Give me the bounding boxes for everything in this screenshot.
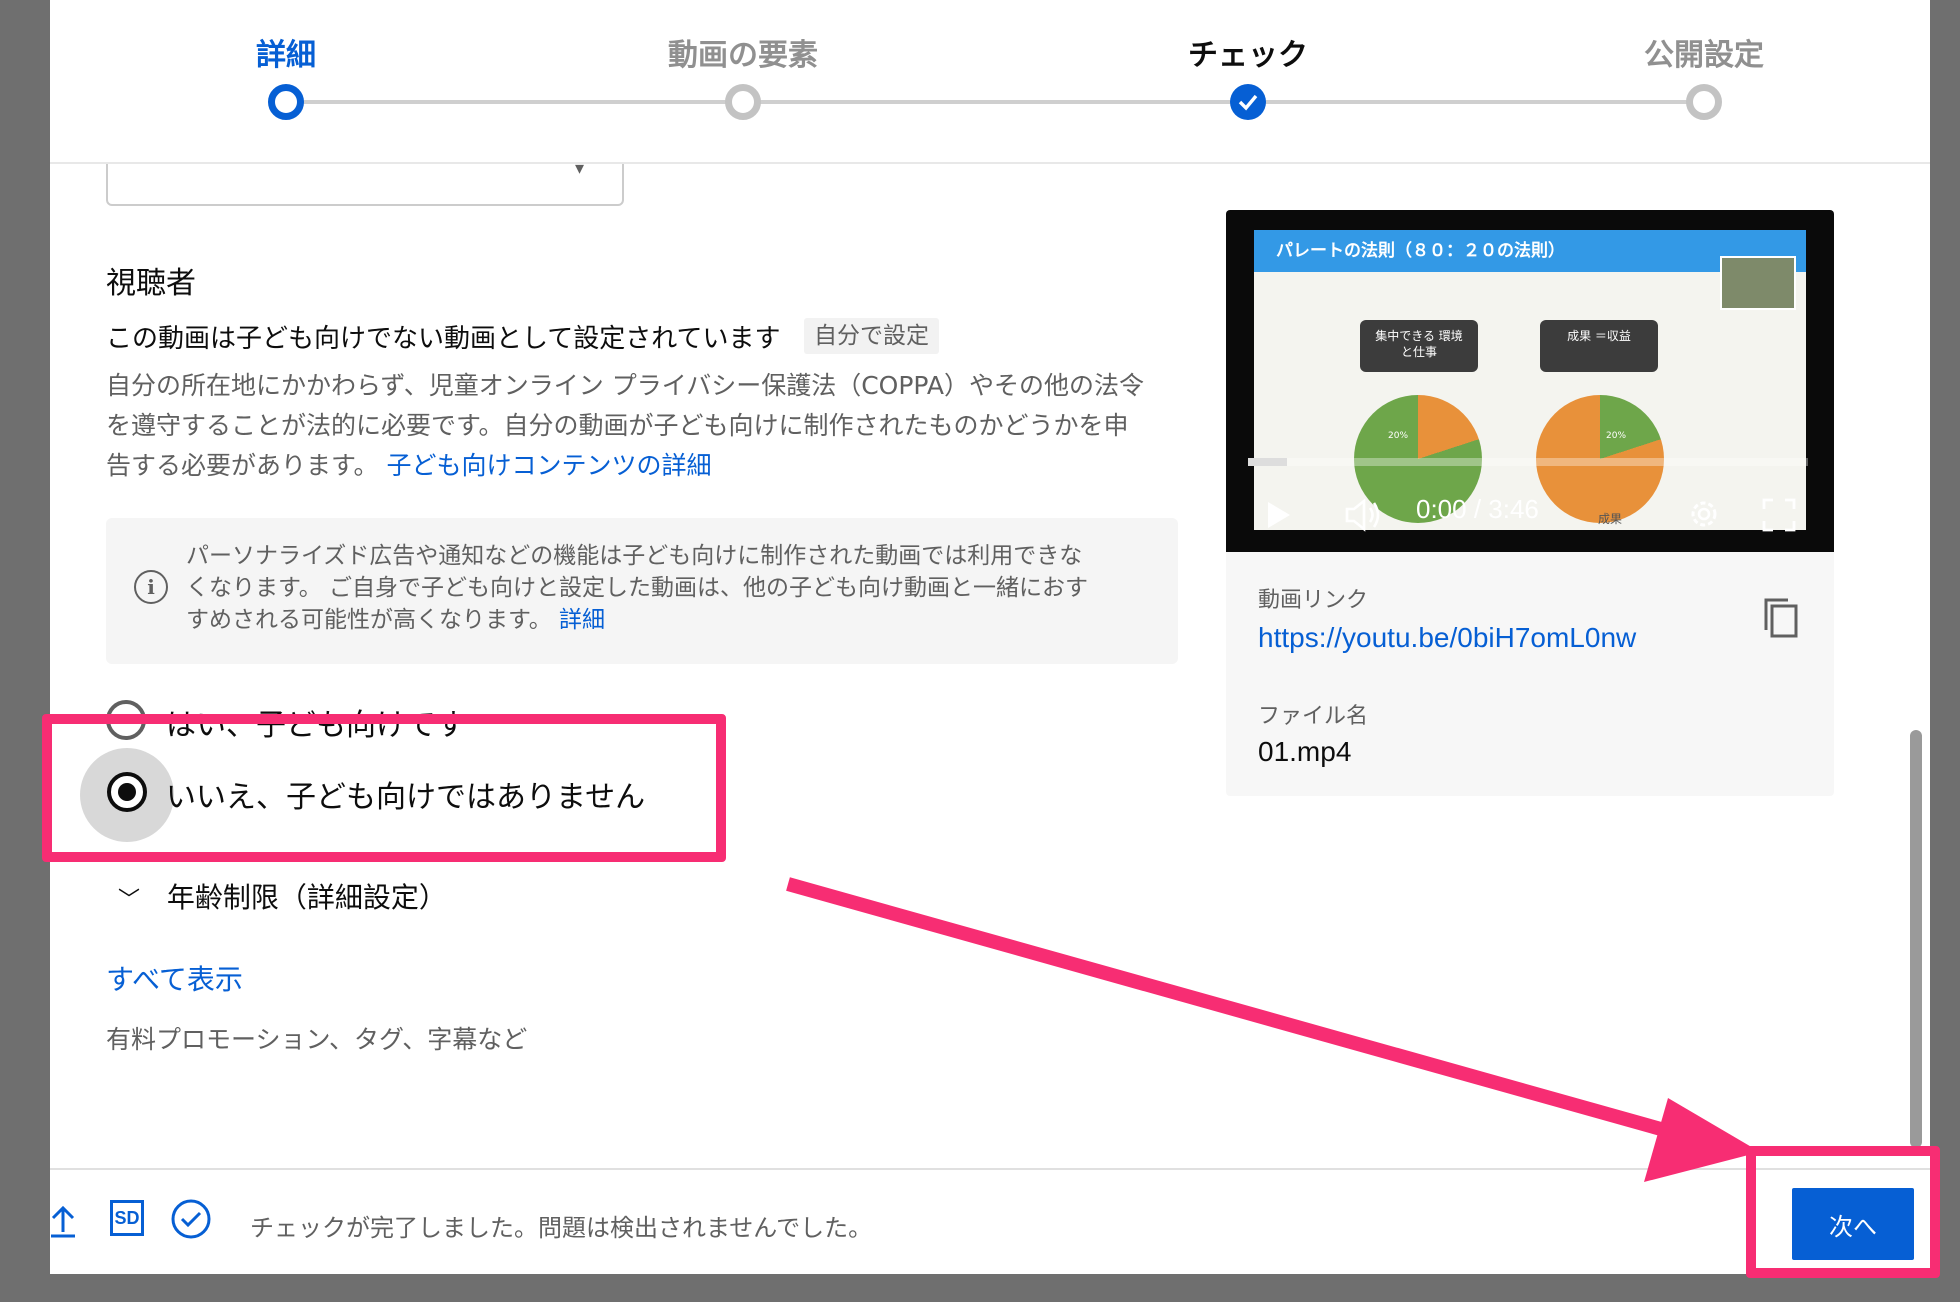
play-icon[interactable] [1266, 500, 1292, 530]
step-connector [290, 100, 1714, 104]
radio-label: はい、子ども向けです [166, 708, 466, 743]
file-name-value: 01.mp4 [1258, 736, 1352, 767]
info-details-link[interactable]: 詳細 [559, 607, 605, 633]
video-progress-bar[interactable] [1248, 458, 1808, 466]
slide-bubble: 集中できる 環境と仕事 [1360, 320, 1478, 372]
step-label: チェック [1188, 38, 1308, 73]
desc-line: 自分の所在地にかかわらず、児童オンライン プライバシー保護法（COPPA）やその… [106, 371, 1144, 400]
step-dot-icon [268, 84, 304, 120]
video-progress-fill [1248, 458, 1288, 466]
desc-line: 告する必要があります。 子ども向けコンテンツの詳細 [106, 451, 712, 480]
scrollbar[interactable] [1910, 730, 1922, 1148]
coppa-description: 自分の所在地にかかわらず、児童オンライン プライバシー保護法（COPPA）やその… [106, 366, 1236, 486]
self-set-badge: 自分で設定 [804, 318, 939, 354]
dialog-footer: SD チェックが完了しました。問題は検出されませんでした。 次へ [50, 1168, 1930, 1274]
audience-status: この動画は子ども向けでない動画として設定されています [106, 324, 781, 354]
video-frame: パレートの法則（８０：２０の法則） 集中できる 環境と仕事 成果 ＝収益 20%… [1254, 230, 1806, 530]
step-progress: 詳細 動画の要素 チェック 公開設定 [50, 0, 1930, 164]
radio-label: いいえ、子ども向けではありません [166, 780, 646, 815]
show-all-link[interactable]: すべて表示 [106, 958, 243, 998]
video-time: 0:00 / 3:46 [1416, 494, 1539, 524]
bubble-text: 成果 ＝収益 [1567, 329, 1631, 343]
chevron-down-icon: ﹀ [118, 888, 141, 913]
settings-gear-icon[interactable] [1686, 496, 1722, 532]
upload-dialog: 選択 ▾ 詳細 動画の要素 チェック 公開設定 視聴者 この動画は子ども向けでな… [50, 0, 1930, 1274]
fullscreen-icon[interactable] [1762, 498, 1796, 532]
volume-icon[interactable] [1344, 497, 1384, 533]
kids-content-link[interactable]: 子ども向けコンテンツの詳細 [386, 451, 711, 480]
info-text: パーソナライズド広告や通知などの機能は子ども向けに制作された動画では利用できな … [186, 540, 1146, 636]
info-line: パーソナライズド広告や通知などの機能は子ども向けに制作された動画では利用できな [186, 543, 1083, 569]
sd-badge-icon: SD [110, 1200, 144, 1236]
info-icon: i [134, 570, 168, 604]
age-restriction-toggle[interactable]: ﹀ 年齢制限（詳細設定） [118, 876, 447, 916]
slide-bubble: 成果 ＝収益 [1540, 320, 1658, 372]
show-all-subtitle: 有料プロモーション、タグ、字幕など [106, 1025, 528, 1054]
step-label: 公開設定 [1644, 38, 1764, 73]
slide-caption: 成果 [1598, 512, 1623, 526]
video-link-label: 動画リンク [1258, 588, 1369, 613]
step-dot-icon [725, 84, 761, 120]
upload-icon [51, 1205, 75, 1238]
info-line: すめされる可能性が高くなります。 詳細 [186, 607, 606, 633]
step-dot-icon [1686, 84, 1722, 120]
check-status-text: チェックが完了しました。問題は検出されませんでした。 [250, 1214, 873, 1242]
audience-heading: 視聴者 [106, 266, 196, 301]
radio-unselected-icon [106, 700, 146, 740]
video-player[interactable]: パレートの法則（８０：２０の法則） 集中できる 環境と仕事 成果 ＝収益 20%… [1226, 210, 1834, 552]
presenter-thumbnail [1720, 256, 1796, 310]
pie-label: 20% [1606, 431, 1627, 441]
info-notice: i パーソナライズド広告や通知などの機能は子ども向けに制作された動画では利用でき… [106, 518, 1178, 664]
bubble-text: 集中できる 環境と仕事 [1375, 329, 1463, 359]
check-icon [1230, 84, 1266, 120]
info-line: くなります。 ご自身で子ども向けと設定した動画は、他の子ども向け動画と一緒におす [186, 575, 1089, 601]
desc-line: を遵守することが法的に必要です。自分の動画が子ども向けに制作されたものかどうかを… [106, 411, 1129, 440]
age-restriction-label: 年齢制限（詳細設定） [166, 881, 447, 914]
check-circle-icon [171, 1199, 211, 1239]
radio-selected-icon[interactable] [107, 772, 147, 812]
next-button[interactable]: 次へ [1792, 1188, 1914, 1260]
video-link-url[interactable]: https://youtu.be/0biH7omL0nw [1258, 622, 1636, 654]
step-label: 動画の要素 [668, 38, 818, 73]
pie-label: 20% [1388, 431, 1409, 441]
file-name-label: ファイル名 [1258, 704, 1369, 729]
step-label: 詳細 [256, 38, 316, 73]
video-preview-card: パレートの法則（８０：２０の法則） 集中できる 環境と仕事 成果 ＝収益 20%… [1226, 210, 1834, 796]
copy-icon[interactable] [1762, 596, 1800, 640]
